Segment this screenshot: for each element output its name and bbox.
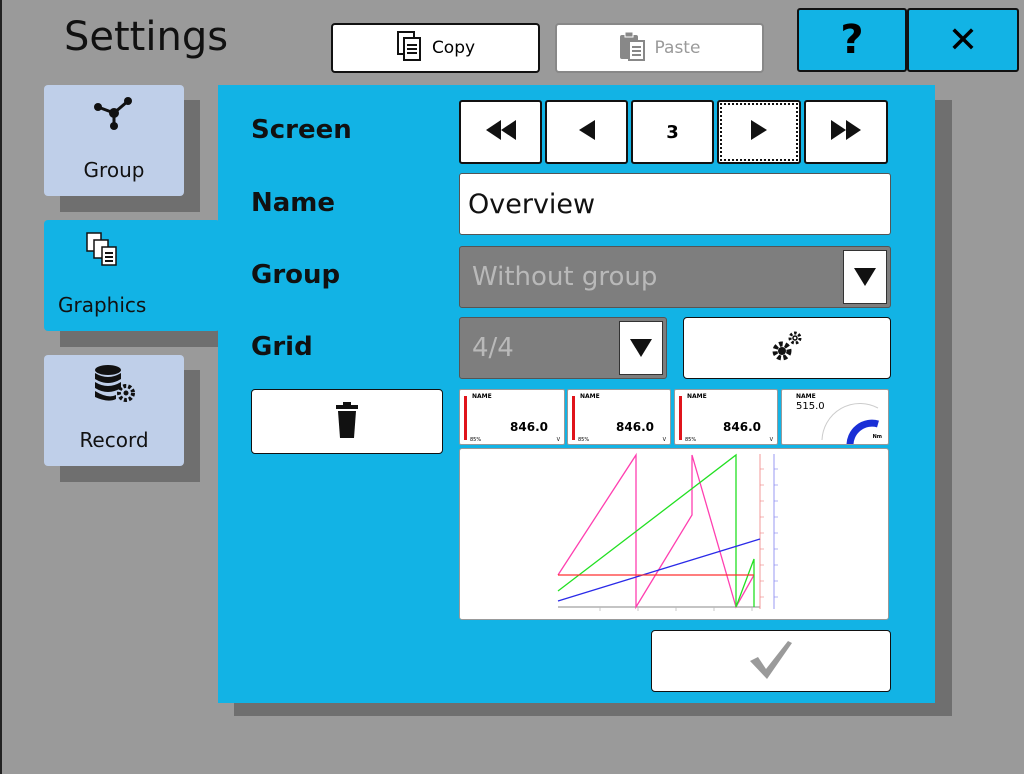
last-screen-button[interactable]	[804, 100, 888, 164]
preview-gauge-tile: NAME 515.0 Nm	[781, 389, 889, 445]
help-button[interactable]: ?	[797, 8, 907, 72]
tile-unit: V	[662, 437, 666, 443]
tab-label: Graphics	[58, 293, 147, 317]
group-label: Group	[251, 260, 341, 290]
grid-settings-button[interactable]	[683, 317, 891, 379]
preview-tile: NAME 846.0 85% V	[459, 389, 565, 445]
left-arrow-icon	[578, 119, 595, 145]
graphics-icon	[86, 232, 120, 271]
group-select[interactable]: Without group	[459, 246, 891, 308]
copy-icon	[396, 30, 422, 66]
level-bar	[679, 396, 682, 440]
close-icon: ✕	[947, 19, 979, 61]
right-arrow-icon	[751, 119, 767, 145]
tab-label: Group	[83, 158, 145, 182]
tab-graphics[interactable]: Graphics	[44, 220, 220, 331]
tile-name: NAME	[580, 393, 600, 400]
screen-number-value: 3	[666, 121, 679, 143]
gears-icon	[768, 329, 806, 367]
first-screen-button[interactable]	[459, 100, 542, 164]
tile-value: 846.0	[723, 420, 761, 434]
tab-group[interactable]: Group	[44, 85, 184, 196]
double-left-arrow-icon	[485, 119, 516, 145]
next-screen-button[interactable]	[717, 100, 801, 164]
tile-unit: V	[769, 437, 773, 443]
level-bar	[572, 396, 575, 440]
screen-number: 3	[631, 100, 714, 164]
tile-percent: 85%	[578, 437, 590, 443]
group-select-value: Without group	[472, 262, 658, 292]
grid-select-value: 4/4	[472, 333, 514, 363]
copy-button[interactable]: Copy	[331, 23, 540, 73]
delete-button[interactable]	[251, 389, 443, 454]
preview-chart	[459, 448, 889, 620]
paste-label: Paste	[654, 38, 701, 58]
chevron-down-icon	[619, 321, 663, 375]
grid-select[interactable]: 4/4	[459, 317, 667, 379]
network-icon	[92, 95, 136, 136]
chevron-down-icon	[843, 250, 887, 304]
close-button[interactable]: ✕	[907, 8, 1019, 72]
double-right-arrow-icon	[831, 119, 861, 145]
name-label: Name	[251, 188, 336, 218]
grid-label: Grid	[251, 332, 313, 362]
name-input[interactable]: Overview	[459, 173, 891, 235]
tile-unit: V	[556, 437, 560, 443]
preview-tile: NAME 846.0 85% V	[674, 389, 778, 445]
screen-label: Screen	[251, 115, 352, 145]
preview-tile: NAME 846.0 85% V	[567, 389, 671, 445]
tab-label: Record	[79, 428, 149, 452]
paste-icon	[619, 31, 645, 66]
tile-name: NAME	[472, 393, 492, 400]
tab-record[interactable]: Record	[44, 355, 184, 466]
trash-icon	[336, 401, 358, 442]
checkmark-icon	[748, 639, 794, 683]
paste-button[interactable]: Paste	[555, 23, 764, 73]
copy-label: Copy	[431, 38, 476, 58]
tile-value: 846.0	[616, 420, 654, 434]
database-settings-icon	[92, 363, 136, 408]
gauge-unit: Nm	[872, 434, 882, 440]
tile-name: NAME	[687, 393, 707, 400]
tile-value: 846.0	[510, 420, 548, 434]
previous-screen-button[interactable]	[545, 100, 628, 164]
page-title: Settings	[64, 14, 229, 60]
level-bar	[464, 396, 467, 440]
help-icon: ?	[840, 17, 864, 63]
tile-percent: 85%	[470, 437, 482, 443]
confirm-button[interactable]	[651, 630, 891, 692]
tile-percent: 85%	[685, 437, 697, 443]
